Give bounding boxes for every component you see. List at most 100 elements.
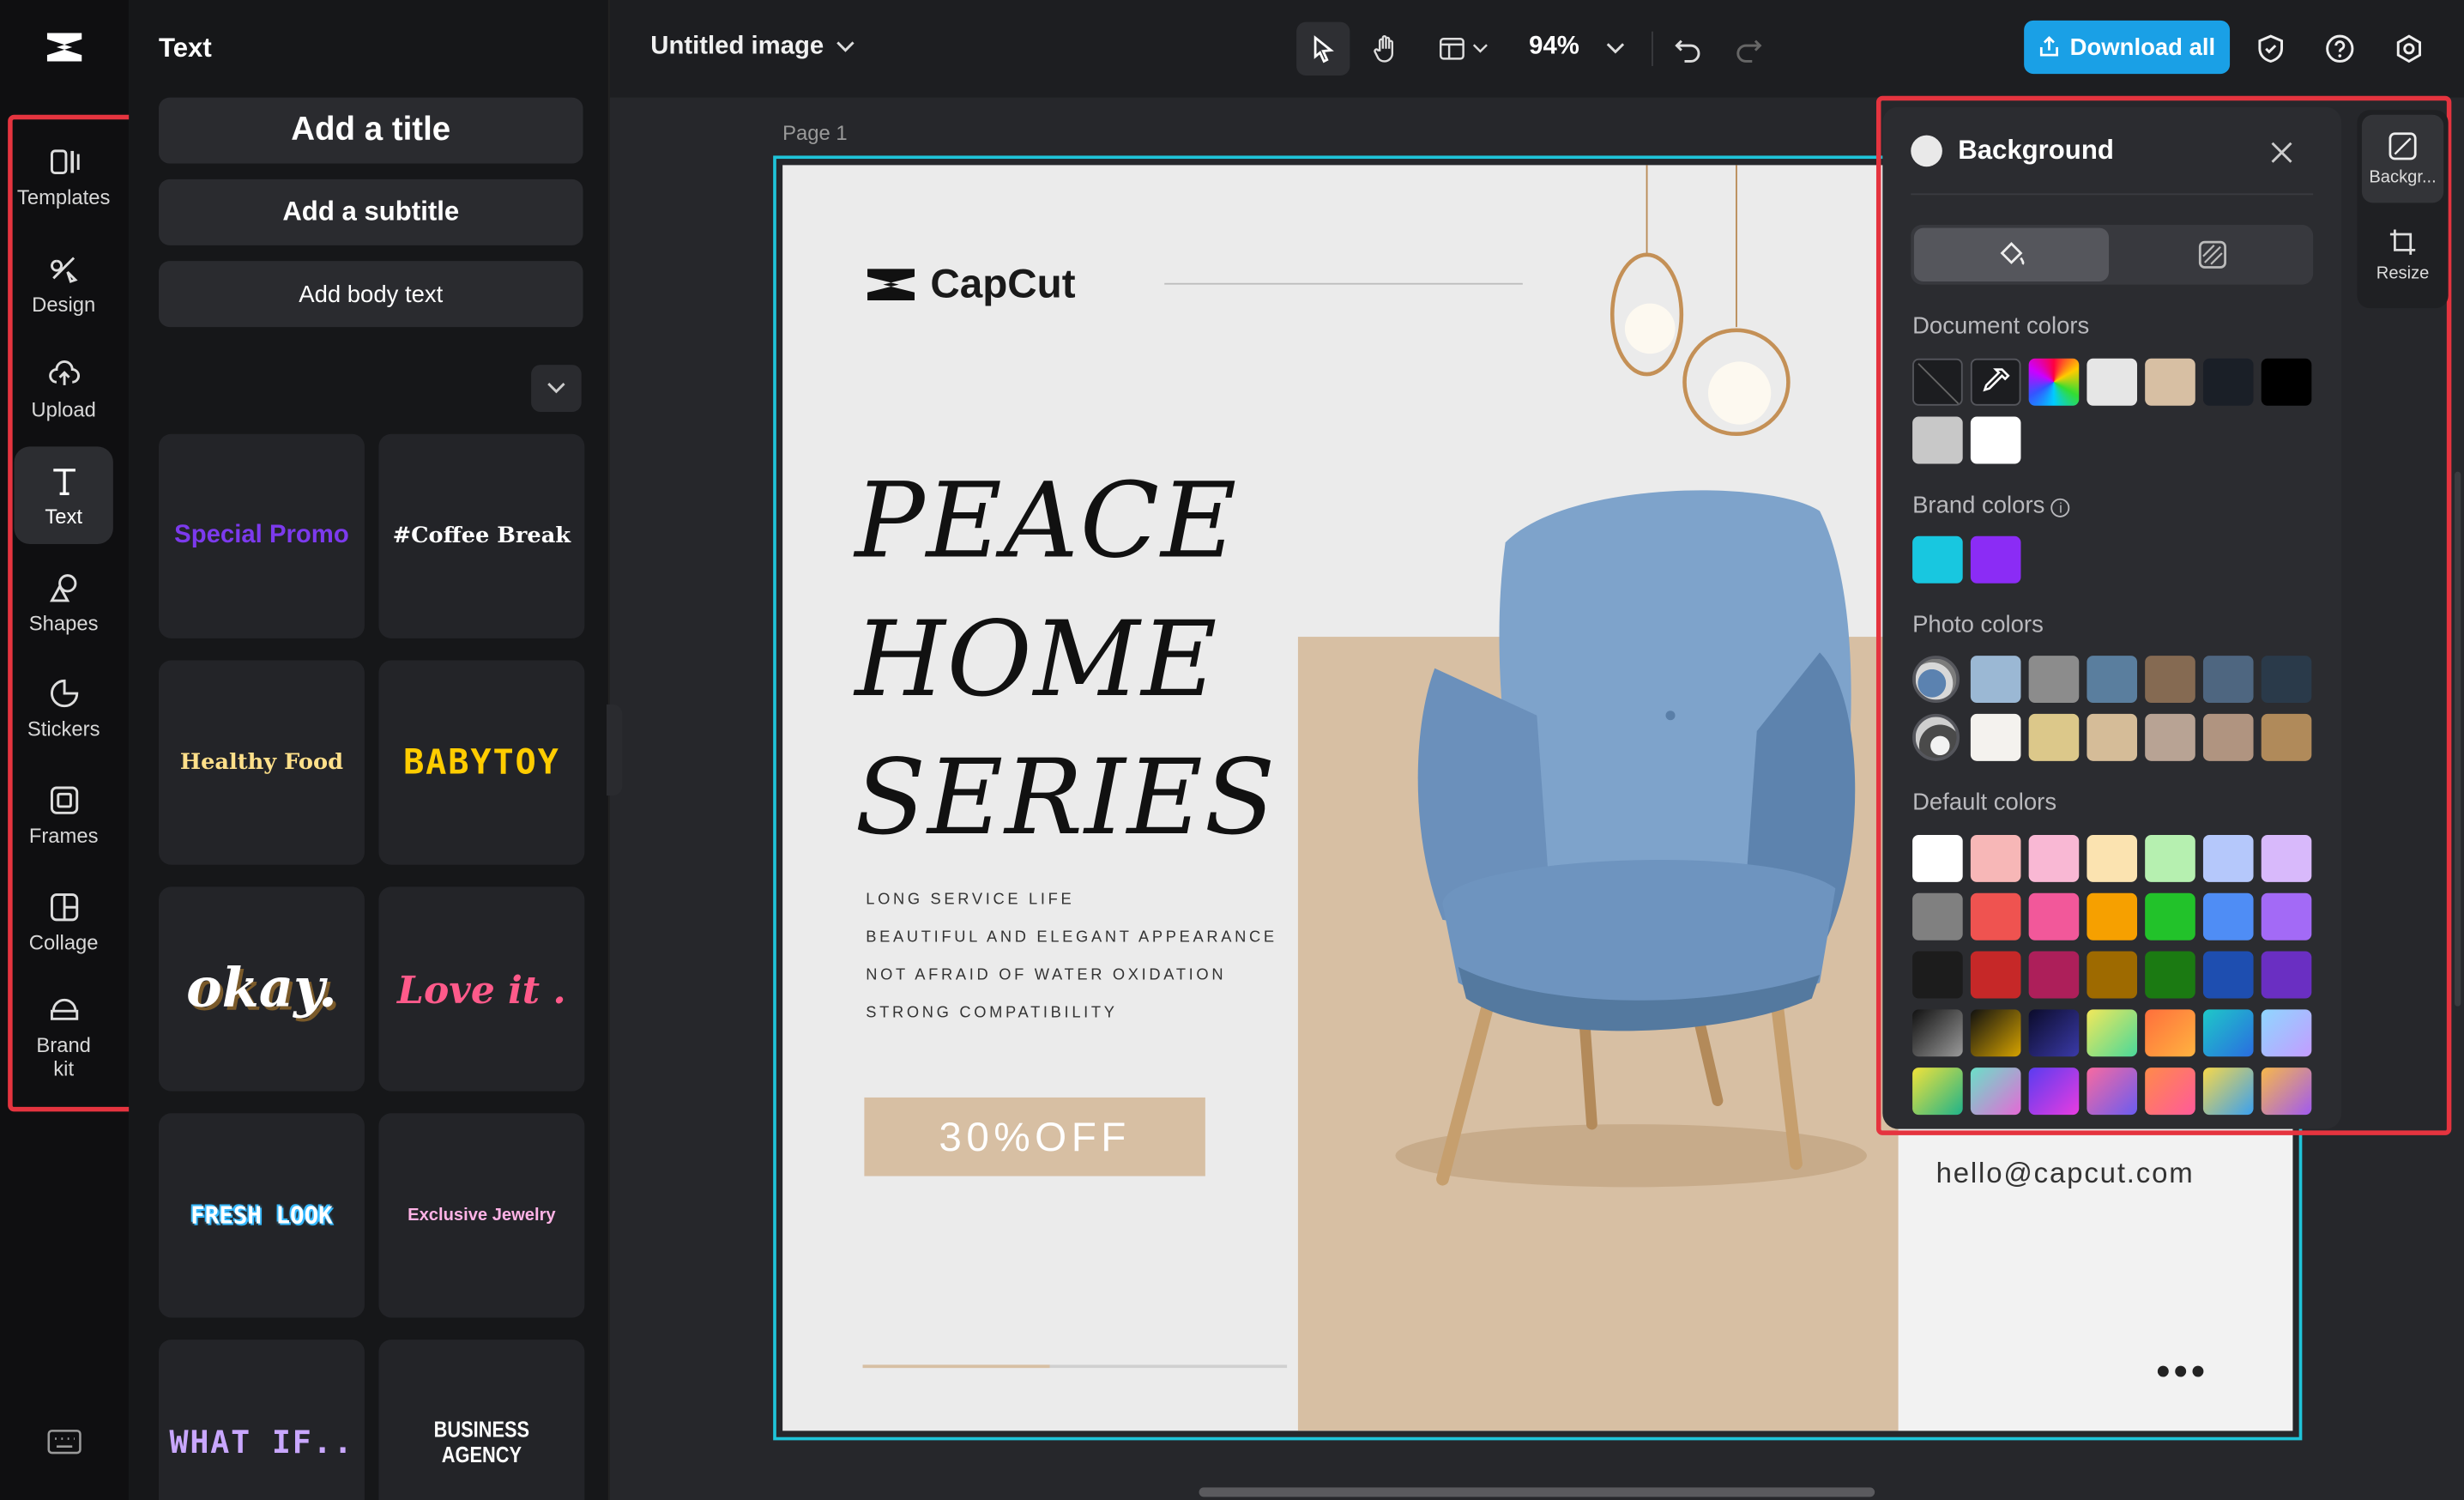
keyboard-icon[interactable] (47, 1428, 82, 1456)
export-icon (2040, 36, 2059, 57)
resize-icon (2389, 229, 2416, 255)
text-preset-label: Love it . (397, 965, 566, 1013)
background-icon (2389, 132, 2417, 160)
rail-item-label: Templates (16, 184, 111, 209)
rail-item-upload[interactable]: Upload (14, 340, 112, 438)
chevron-down-icon (1472, 44, 1488, 53)
zoom-level[interactable]: 94% (1529, 33, 1579, 61)
rail-item-label: Frames (28, 823, 99, 847)
hand-tool-button[interactable] (1359, 22, 1412, 76)
cursor-icon (1314, 35, 1334, 64)
shapes-icon (49, 573, 76, 602)
chevron-down-icon[interactable] (1606, 42, 1625, 55)
text-preset-okay[interactable]: okay. (158, 886, 365, 1092)
armchair-image[interactable] (1349, 480, 1883, 1219)
text-preset-babytoy[interactable]: BABYTOY (378, 660, 585, 865)
layout-button[interactable] (1427, 22, 1499, 76)
feature-line[interactable]: STRONG COMPATIBILITY (866, 1005, 1117, 1022)
settings-button[interactable] (2382, 22, 2436, 76)
hand-icon (1374, 34, 1394, 63)
undo-button[interactable] (1661, 22, 1714, 76)
brand-name: CapCut (930, 259, 1076, 307)
vertical-scrollbar[interactable] (2455, 471, 2461, 1007)
templates-icon (50, 148, 79, 174)
capcut-logo-icon (867, 268, 915, 300)
shield-check-icon (2258, 34, 2283, 63)
design-icon (50, 256, 77, 282)
decor-progress-line (862, 1364, 1288, 1369)
collapse-button[interactable] (531, 365, 582, 413)
layout-icon (1440, 38, 1465, 60)
redo-icon (1736, 39, 1762, 63)
tab-label: Backgr... (2369, 168, 2437, 188)
brand-divider-line (1164, 282, 1523, 285)
text-preset-label: #Coffee Break (392, 523, 571, 549)
download-all-button[interactable]: Download all (2024, 20, 2231, 75)
add-body-text-button[interactable]: Add body text (158, 261, 583, 328)
tab-resize[interactable]: Resize (2362, 211, 2443, 299)
headline-line-1[interactable]: PEACE (855, 461, 1238, 582)
more-dots[interactable]: ••• (2156, 1347, 2208, 1396)
text-preset-what-if[interactable]: WHAT IF.. (158, 1340, 365, 1500)
rail-item-stickers[interactable]: Stickers (14, 659, 112, 757)
brand-logo[interactable]: CapCut (864, 259, 1076, 308)
tab-background[interactable]: Backgr... (2361, 114, 2444, 203)
text-preset-love-it[interactable]: Love it . (378, 886, 585, 1092)
add-subtitle-button[interactable]: Add a subtitle (158, 178, 583, 245)
shield-button[interactable] (2244, 22, 2298, 76)
text-preset-exclusive-jewelry[interactable]: Exclusive Jewelry (378, 1113, 585, 1318)
left-rail: Templates Design Upload Text Shapes Stic… (0, 0, 139, 1500)
rail-item-label: Upload (31, 396, 96, 421)
rail-item-shapes[interactable]: Shapes (14, 553, 112, 651)
headline-line-2[interactable]: HOME (855, 599, 1218, 720)
rail-item-label: Collage (28, 929, 99, 954)
chevron-down-icon (547, 383, 565, 394)
collage-icon (50, 892, 78, 921)
text-preset-fresh-look[interactable]: FRESH LOOK (158, 1113, 365, 1318)
rail-item-label: Shapes (28, 610, 99, 635)
redo-button[interactable] (1722, 22, 1775, 76)
text-icon (52, 468, 75, 495)
rail-item-text[interactable]: Text (14, 446, 113, 544)
text-panel: Text Add a title Add a subtitle Add body… (129, 0, 610, 1500)
rail-item-label: Brand kit (36, 1032, 91, 1080)
rail-item-brand-kit[interactable]: Brand kit (14, 981, 112, 1091)
feature-line[interactable]: NOT AFRAID OF WATER OXIDATION (866, 967, 1226, 984)
toolbar-divider (1652, 31, 1653, 66)
text-preset-special-promo[interactable]: Special Promo (158, 433, 365, 638)
text-preset-label: Exclusive Jewelry (408, 1206, 556, 1225)
contact-email[interactable]: hello@capcut.com (1936, 1158, 2195, 1190)
capcut-logo-icon[interactable] (42, 25, 86, 69)
feature-line[interactable]: LONG SERVICE LIFE (866, 892, 1074, 909)
text-preset-label: Healthy Food (179, 750, 344, 776)
text-preset-business-agency[interactable]: BUSINESS AGENCY (378, 1340, 585, 1500)
rail-item-frames[interactable]: Frames (14, 765, 112, 863)
feature-line[interactable]: BEAUTIFUL AND ELEGANT APPEARANCE (866, 929, 1277, 947)
gear-icon (2396, 34, 2421, 64)
rail-item-design[interactable]: Design (14, 234, 112, 332)
text-preset-label: okay. (186, 957, 337, 1021)
panel-collapse-handle[interactable] (607, 704, 623, 796)
rail-item-label: Text (45, 504, 83, 528)
chevron-down-icon[interactable] (836, 41, 855, 54)
horizontal-scrollbar[interactable] (1199, 1487, 1875, 1497)
pendant-lamps-image[interactable] (1584, 165, 1835, 448)
rail-item-label: Stickers (27, 716, 100, 741)
brand-kit-icon (50, 998, 78, 1020)
add-title-button[interactable]: Add a title (158, 97, 583, 164)
right-side-tabs: Backgr... Resize (2357, 110, 2449, 309)
top-bar: Untitled image 94% Download all (609, 0, 2464, 98)
offer-badge[interactable]: 30%OFF (864, 1097, 1205, 1176)
rail-item-templates[interactable]: Templates (14, 127, 112, 225)
frames-icon (50, 785, 78, 814)
help-button[interactable] (2313, 22, 2366, 76)
undo-icon (1675, 39, 1700, 63)
text-preset-healthy-food[interactable]: Healthy Food (158, 660, 365, 865)
headline-line-3[interactable]: SERIES (855, 737, 1277, 858)
rail-item-collage[interactable]: Collage (14, 873, 112, 971)
text-preset-label: BABYTOY (403, 742, 560, 783)
document-title[interactable]: Untitled image (650, 33, 824, 61)
text-preset-coffee-break[interactable]: #Coffee Break (378, 433, 585, 638)
text-preset-label: WHAT IF.. (169, 1423, 354, 1461)
select-tool-button[interactable] (1296, 21, 1350, 76)
